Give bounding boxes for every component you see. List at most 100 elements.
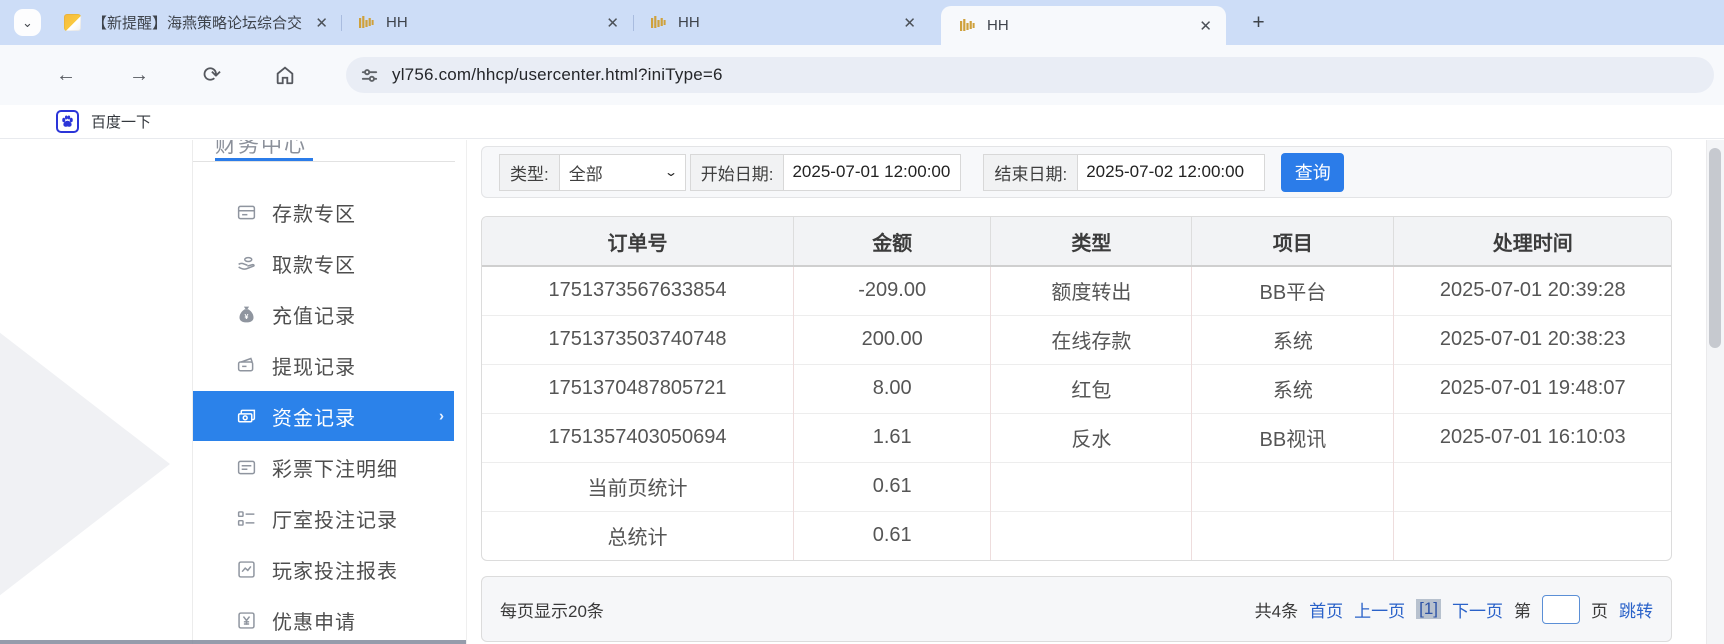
reload-button[interactable]: ⟳ <box>200 62 224 88</box>
search-button[interactable]: 查询 <box>1281 153 1344 192</box>
end-date-label: 结束日期: <box>983 154 1078 191</box>
url-text[interactable]: yl756.com/hhcp/usercenter.html?iniType=6 <box>392 65 723 85</box>
start-date-group: 开始日期: <box>690 154 962 191</box>
close-icon[interactable]: ✕ <box>1195 15 1216 37</box>
end-date-input[interactable] <box>1077 154 1265 191</box>
table-row: 17513704878057218.00红包系统2025-07-01 19:48… <box>482 364 1671 413</box>
sidebar-item-label: 资金记录 <box>272 402 356 431</box>
address-bar[interactable]: yl756.com/hhcp/usercenter.html?iniType=6 <box>346 57 1714 93</box>
forum-favicon-icon <box>64 14 81 31</box>
sidebar-item-label: 厅室投注记录 <box>272 504 398 533</box>
chevron-down-icon: ⌄ <box>22 15 33 31</box>
sidebar-item-recharge-records[interactable]: ¥ 充值记录 <box>193 289 454 339</box>
reload-icon: ⟳ <box>203 62 221 87</box>
table-cell: 当前页统计 <box>482 462 794 511</box>
sidebar-item-hall-bet-records[interactable]: 厅室投注记录 <box>193 493 454 543</box>
sidebar-menu: 存款专区 取款专区 ¥ 充值记录 <box>193 187 466 644</box>
table-cell: 1.61 <box>794 413 991 462</box>
new-tab-button[interactable]: + <box>1244 8 1273 37</box>
tab-3[interactable]: HH ✕ <box>636 0 928 45</box>
background-watermark-triangle <box>0 288 170 640</box>
table-header-row: 订单号 金额 类型 项目 处理时间 <box>482 217 1671 266</box>
close-icon[interactable]: ✕ <box>899 12 920 34</box>
home-button[interactable] <box>273 64 297 86</box>
table-cell: BB视讯 <box>1192 413 1394 462</box>
type-label: 类型: <box>499 154 560 191</box>
next-page-link[interactable]: 下一页 <box>1452 597 1503 622</box>
start-date-input[interactable] <box>783 154 961 191</box>
sidebar-title: 财务中心 <box>193 140 455 159</box>
bookmark-baidu[interactable]: 百度一下 <box>91 111 151 132</box>
table-cell: 2025-07-01 16:10:03 <box>1394 413 1671 462</box>
current-page[interactable]: [1] <box>1416 599 1441 619</box>
type-select-value: 全部 <box>569 160 603 185</box>
tab-1[interactable]: 【新提醒】海燕策略论坛综合交 ✕ <box>50 0 340 45</box>
table-cell: 8.00 <box>794 364 991 413</box>
sidebar-title-wrap: 财务中心 <box>193 140 455 162</box>
per-page-text: 每页显示20条 <box>500 597 604 622</box>
table-cell: -209.00 <box>794 266 991 315</box>
web-page: 财务中心 存款专区 取款专区 ¥ <box>0 140 1724 644</box>
back-button[interactable]: ← <box>54 64 78 87</box>
table-cell: 红包 <box>991 364 1192 413</box>
table-cell <box>991 462 1192 511</box>
records-table: 订单号 金额 类型 项目 处理时间 1751373567633854-209.0… <box>482 217 1671 560</box>
end-date-group: 结束日期: <box>983 154 1265 191</box>
tab-4-active[interactable]: HH ✕ <box>941 6 1226 45</box>
tab-separator <box>341 15 342 31</box>
forward-button[interactable]: → <box>127 64 151 87</box>
table-row: 1751373503740748200.00在线存款系统2025-07-01 2… <box>482 315 1671 364</box>
page-number-input[interactable] <box>1542 595 1580 624</box>
sidebar-item-deposit-zone[interactable]: 存款专区 <box>193 187 454 237</box>
sidebar-item-withdrawal-records[interactable]: 提现记录 <box>193 340 454 390</box>
jump-link[interactable]: 跳转 <box>1619 597 1653 622</box>
site-settings-icon[interactable] <box>360 66 379 85</box>
tab-2[interactable]: HH ✕ <box>344 0 631 45</box>
sidebar-item-label: 存款专区 <box>272 198 356 227</box>
type-select[interactable]: 全部 ⌄ <box>559 154 686 191</box>
table-cell: 2025-07-01 20:39:28 <box>1394 266 1671 315</box>
col-amount: 金额 <box>794 217 991 266</box>
table-row: 1751373567633854-209.00额度转出BB平台2025-07-0… <box>482 266 1671 315</box>
sidebar-item-player-bet-report[interactable]: 玩家投注报表 <box>193 544 454 594</box>
banknotes-icon <box>236 406 257 427</box>
back-arrow-icon: ← <box>56 64 76 86</box>
scrollbar-thumb[interactable] <box>1709 148 1721 348</box>
tab-collapse-button[interactable]: ⌄ <box>14 9 41 36</box>
table-cell: 在线存款 <box>991 315 1192 364</box>
gold-hh-favicon-icon <box>650 14 667 31</box>
hand-money-icon <box>236 253 257 274</box>
bulleted-list-icon <box>236 508 257 529</box>
close-icon[interactable]: ✕ <box>602 12 623 34</box>
close-icon[interactable]: ✕ <box>311 12 332 34</box>
sidebar-item-label: 充值记录 <box>272 300 356 329</box>
start-date-label: 开始日期: <box>690 154 785 191</box>
browser-toolbar: ← → ⟳ yl756.com/hhcp/usercenter.html?ini… <box>0 45 1724 105</box>
sidebar-item-lottery-bet-details[interactable]: 彩票下注明细 <box>193 442 454 492</box>
svg-text:¥: ¥ <box>245 313 249 320</box>
bookmarks-bar: 百度一下 <box>0 105 1724 139</box>
table-cell <box>1192 462 1394 511</box>
tab-title: 【新提醒】海燕策略论坛综合交 <box>92 12 311 33</box>
total-count: 共4条 <box>1255 597 1298 622</box>
bottom-section-bar <box>0 640 466 644</box>
sidebar-item-label: 优惠申请 <box>272 606 356 635</box>
money-bag-icon: ¥ <box>236 304 257 325</box>
first-page-link[interactable]: 首页 <box>1309 597 1343 622</box>
chevron-down-icon: ⌄ <box>664 165 678 179</box>
page-scrollbar[interactable] <box>1706 140 1724 644</box>
table-cell: 反水 <box>991 413 1192 462</box>
sidebar-item-promo-application[interactable]: 优惠申请 <box>193 595 454 644</box>
sidebar-item-funds-records[interactable]: 资金记录 › <box>193 391 454 441</box>
table-cell: 总统计 <box>482 511 794 560</box>
table-cell: 0.61 <box>794 462 991 511</box>
table-cell <box>1394 511 1671 560</box>
tab-title: HH <box>987 17 1195 34</box>
table-cell: 系统 <box>1192 364 1394 413</box>
prev-page-link[interactable]: 上一页 <box>1354 597 1405 622</box>
sidebar-item-withdraw-zone[interactable]: 取款专区 <box>193 238 454 288</box>
records-table-wrap: 订单号 金额 类型 项目 处理时间 1751373567633854-209.0… <box>481 216 1672 561</box>
table-row: 当前页统计0.61 <box>482 462 1671 511</box>
tab-title: HH <box>678 14 899 31</box>
table-cell: BB平台 <box>1192 266 1394 315</box>
